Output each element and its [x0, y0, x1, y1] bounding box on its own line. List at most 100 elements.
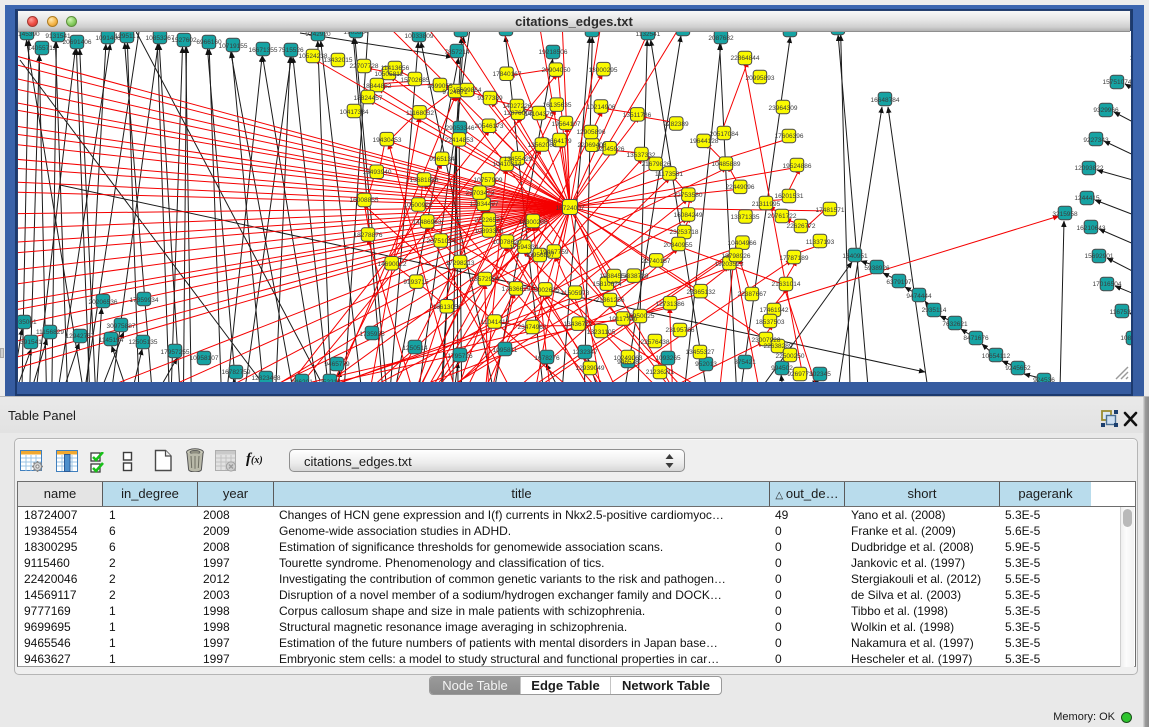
svg-text:12505135: 12505135: [129, 339, 158, 346]
svg-text:15692901: 15692901: [1085, 253, 1114, 260]
svg-text:22740187: 22740187: [642, 258, 671, 265]
svg-text:18572994: 18572994: [471, 276, 500, 283]
svg-text:11156829: 11156829: [36, 329, 64, 336]
svg-text:22500250: 22500250: [776, 353, 805, 360]
svg-text:10485889: 10485889: [712, 161, 741, 168]
svg-text:30975887: 30975887: [107, 323, 136, 330]
svg-text:12834497: 12834497: [470, 201, 499, 208]
svg-text:22576438: 22576438: [641, 339, 670, 346]
svg-text:3215958: 3215958: [1052, 211, 1078, 218]
svg-text:11505978: 11505978: [561, 290, 590, 297]
svg-text:21236211: 21236211: [646, 369, 675, 376]
svg-text:10214906: 10214906: [587, 104, 616, 111]
svg-text:875421: 875421: [734, 359, 756, 366]
svg-text:9282389: 9282389: [663, 121, 689, 128]
svg-text:10757909: 10757909: [474, 177, 503, 184]
svg-text:17461942: 17461942: [760, 307, 789, 314]
svg-text:13231105: 13231105: [587, 329, 616, 336]
svg-text:22226537: 22226537: [475, 217, 504, 224]
svg-text:18798926: 18798926: [722, 253, 751, 260]
svg-text:16671355: 16671355: [249, 47, 278, 54]
svg-text:1145194: 1145194: [99, 337, 124, 344]
svg-text:17481571: 17481571: [816, 207, 845, 214]
svg-text:17787189: 17787189: [780, 255, 809, 262]
svg-text:9465779: 9465779: [324, 361, 350, 368]
svg-text:17840167: 17840167: [493, 71, 522, 78]
svg-text:8471676: 8471676: [963, 335, 989, 342]
svg-text:20751054: 20751054: [427, 238, 456, 245]
svg-text:18724007: 18724007: [556, 205, 585, 212]
svg-text:13511786: 13511786: [623, 112, 652, 119]
svg-text:952013: 952013: [695, 361, 717, 368]
svg-text:11337193: 11337193: [806, 239, 835, 246]
svg-text:19203523: 19203523: [715, 261, 744, 268]
svg-text:2935114: 2935114: [922, 307, 947, 314]
svg-text:23964309: 23964309: [769, 105, 798, 112]
svg-text:2087682: 2087682: [708, 35, 734, 42]
svg-text:11173581: 11173581: [655, 171, 683, 178]
svg-text:23474962: 23474962: [518, 324, 547, 331]
svg-text:14027226: 14027226: [503, 103, 532, 110]
svg-text:20995893: 20995893: [746, 75, 775, 82]
svg-text:16950025: 16950025: [626, 313, 655, 320]
svg-text:11413656: 11413656: [381, 65, 410, 72]
svg-text:19430453: 19430453: [373, 137, 402, 144]
svg-text:13455327: 13455327: [686, 349, 715, 356]
svg-text:9664179: 9664179: [546, 138, 572, 145]
svg-text:10958107: 10958107: [190, 355, 219, 362]
svg-text:14690022: 14690022: [378, 261, 407, 268]
svg-text:18002635: 18002635: [531, 287, 560, 294]
svg-text:9329966: 9329966: [1093, 107, 1119, 114]
svg-text:17606396: 17606396: [775, 133, 804, 140]
svg-text:9193715: 9193715: [403, 279, 429, 286]
svg-text:1093265: 1093265: [655, 355, 681, 362]
svg-text:20340955: 20340955: [664, 242, 693, 249]
svg-text:29053346: 29053346: [446, 125, 475, 132]
svg-text:1640951: 1640951: [842, 253, 868, 260]
svg-text:9377389: 9377389: [477, 95, 503, 102]
svg-text:20206536: 20206536: [89, 299, 118, 306]
svg-text:22449096: 22449096: [726, 184, 755, 191]
svg-text:16613056: 16613056: [433, 304, 462, 311]
svg-text:19524886: 19524886: [783, 163, 812, 170]
svg-text:13000295: 13000295: [589, 67, 618, 74]
svg-text:1232347: 1232347: [572, 349, 598, 356]
svg-text:1083452: 1083452: [1120, 335, 1131, 342]
svg-text:1095811: 1095811: [493, 347, 518, 354]
svg-text:12093822: 12093822: [1075, 165, 1104, 172]
svg-text:23195766: 23195766: [666, 327, 695, 334]
svg-text:10417384: 10417384: [340, 109, 369, 116]
svg-text:20904050: 20904050: [542, 67, 571, 74]
svg-text:19218506: 19218506: [539, 49, 568, 56]
svg-text:10505812: 10505812: [375, 71, 404, 78]
svg-text:21361256: 21361256: [596, 297, 625, 304]
svg-text:16084249: 16084249: [674, 212, 703, 219]
svg-text:10078620: 10078620: [493, 239, 522, 246]
svg-text:9474444: 9474444: [906, 293, 932, 300]
svg-text:17016504: 17016504: [1093, 281, 1122, 288]
svg-text:11041410: 11041410: [481, 319, 510, 326]
svg-text:10719155: 10719155: [219, 43, 248, 50]
svg-text:20546173: 20546173: [475, 123, 504, 130]
svg-text:22626772: 22626772: [787, 223, 816, 230]
svg-text:20517084: 20517084: [710, 131, 739, 138]
svg-text:1132541: 1132541: [636, 31, 661, 38]
svg-text:21311995: 21311995: [752, 201, 781, 208]
svg-text:10654112: 10654112: [982, 353, 1011, 360]
svg-text:13537332: 13537332: [627, 152, 656, 159]
svg-text:17957255: 17957255: [161, 349, 190, 356]
svg-text:946201: 946201: [291, 379, 313, 382]
svg-text:22638289: 22638289: [764, 343, 793, 350]
svg-text:10404966: 10404966: [728, 240, 757, 247]
svg-text:10500926: 10500926: [404, 202, 433, 209]
svg-text:22387667: 22387667: [738, 291, 767, 298]
svg-text:15751074: 15751074: [1103, 79, 1131, 86]
svg-text:15702685: 15702685: [401, 77, 430, 84]
svg-text:9227343: 9227343: [1083, 137, 1109, 144]
svg-text:14486963: 14486963: [413, 219, 442, 226]
svg-text:9242920: 9242920: [305, 31, 331, 38]
svg-text:19644128: 19644128: [690, 138, 719, 145]
svg-text:1795726: 1795726: [447, 353, 473, 360]
svg-text:391541: 391541: [20, 339, 42, 346]
svg-text:12045926: 12045926: [596, 146, 625, 153]
